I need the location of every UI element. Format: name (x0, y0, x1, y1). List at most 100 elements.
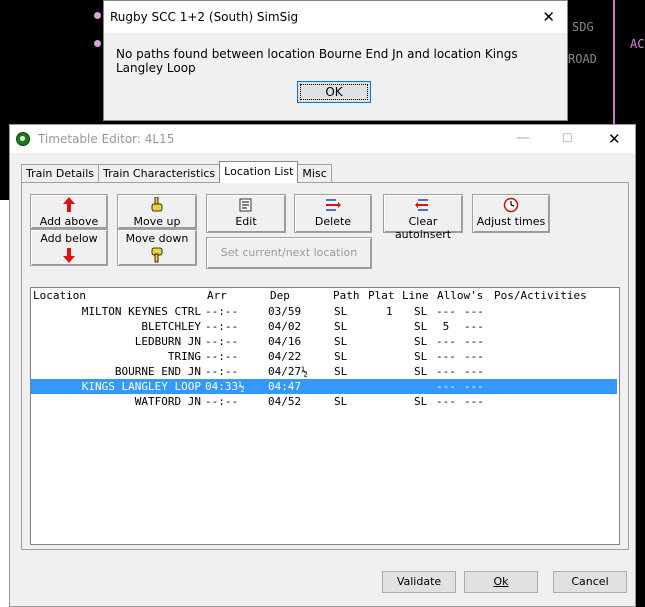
cell-allows: --- (436, 350, 456, 363)
cell-dep: 04/27½ (268, 365, 308, 378)
cancel-button[interactable]: Cancel (553, 571, 627, 593)
clear-autoinsert-label: Clear autoinsert (394, 215, 452, 241)
column-header-path[interactable]: Path (333, 289, 360, 302)
cell-location: BOURNE END JN (114, 365, 201, 378)
tab-train-characteristics[interactable]: Train Characteristics (98, 164, 221, 183)
cell-path: SL (334, 365, 348, 378)
cell-line: SL (414, 335, 428, 348)
close-icon[interactable]: ✕ (542, 8, 555, 26)
cell-location: MILTON KEYNES CTRL (81, 305, 201, 318)
edit-icon (207, 197, 285, 215)
column-header-dep[interactable]: Dep (270, 289, 290, 302)
set-current-next-location-label: Set current/next location (220, 246, 358, 259)
cell-line: SL (414, 395, 428, 408)
move-down-label: Move down (125, 232, 189, 245)
cell-pos: --- (464, 380, 484, 393)
hand-up-icon (118, 196, 196, 215)
column-header-plat[interactable]: Plat (368, 289, 395, 302)
delete-icon (295, 197, 371, 215)
cell-location: KINGS LANGLEY LOOP (81, 380, 201, 393)
cell-line: SL (414, 350, 428, 363)
cell-location: BLETCHLEY (141, 320, 201, 333)
delete-button[interactable]: Delete (294, 194, 372, 233)
location-list-grid[interactable]: Location Arr Dep Path Plat Line Allow's … (30, 287, 620, 545)
column-header-pos-activities[interactable]: Pos/Activities (494, 289, 587, 302)
cell-line: SL (414, 305, 428, 318)
add-below-button[interactable]: Add below (30, 229, 108, 266)
add-above-button[interactable]: Add above (30, 194, 108, 229)
background-label: SDG (572, 20, 594, 34)
ok-button[interactable]: Ok (464, 571, 538, 593)
table-row[interactable]: TRING --:-- 04/22 SL SL --- --- (31, 349, 617, 364)
location-list-panel: Add above Add below Move up Move down Ed… (21, 182, 629, 550)
arrow-down-icon (31, 247, 107, 265)
cell-arr: 04:33½ (205, 380, 245, 393)
cell-dep: 04/52 (268, 395, 302, 408)
cell-path: SL (334, 395, 348, 408)
message-dialog-title: Rugby SCC 1+2 (South) SimSig (110, 10, 299, 24)
cell-arr: --:-- (205, 305, 239, 318)
cell-pos: --- (464, 365, 484, 378)
maximize-icon[interactable]: ☐ (562, 131, 573, 145)
cell-allows: --- (436, 335, 456, 348)
editor-title: Timetable Editor: 4L15 (38, 132, 175, 146)
adjust-times-label: Adjust times (476, 215, 546, 228)
clear-autoinsert-icon (384, 197, 462, 215)
cell-pos: --- (464, 320, 484, 333)
cell-allows: 5 (436, 320, 450, 333)
column-header-line[interactable]: Line (402, 289, 429, 302)
message-dialog: Rugby SCC 1+2 (South) SimSig ✕ No paths … (103, 0, 568, 121)
edit-label: Edit (235, 215, 257, 228)
message-text: No paths found between location Bourne E… (116, 47, 518, 75)
column-header-allows[interactable]: Allow's (437, 289, 483, 302)
move-down-button[interactable]: Move down (117, 229, 197, 266)
table-row[interactable]: BOURNE END JN --:-- 04/27½ SL SL --- --- (31, 364, 617, 379)
column-header-location[interactable]: Location (33, 289, 86, 302)
cell-arr: --:-- (205, 395, 239, 408)
cell-pos: --- (464, 335, 484, 348)
tab-misc[interactable]: Misc (297, 164, 332, 183)
table-row[interactable]: LEDBURN JN --:-- 04/16 SL SL --- --- (31, 334, 617, 349)
ok-button[interactable]: OK (297, 81, 371, 103)
edit-button[interactable]: Edit (206, 194, 286, 233)
cell-dep: 04/16 (268, 335, 302, 348)
table-row[interactable]: BLETCHLEY --:-- 04/02 SL SL 5 --- (31, 319, 617, 334)
background-label: AC (630, 37, 645, 51)
move-up-button[interactable]: Move up (117, 194, 197, 229)
table-row[interactable]: MILTON KEYNES CTRL --:-- 03/59 SL 1 SL --- --- (31, 304, 617, 319)
cell-line: SL (414, 365, 428, 378)
cell-location: WATFORD JN (134, 395, 201, 408)
table-row[interactable]: WATFORD JN --:-- 04/52 SL SL --- --- (31, 394, 617, 409)
cell-location: TRING (167, 350, 201, 363)
tab-train-details[interactable]: Train Details (21, 164, 100, 183)
editor-titlebar: Timetable Editor: 4L15 — ☐ ✕ (10, 125, 635, 153)
cell-arr: --:-- (205, 350, 239, 363)
signal-marker (94, 12, 101, 19)
message-dialog-titlebar: Rugby SCC 1+2 (South) SimSig ✕ (104, 1, 567, 33)
cell-path: SL (334, 320, 348, 333)
cell-arr: --:-- (205, 320, 239, 333)
background-label: ROAD (568, 52, 597, 66)
grid-header: Location Arr Dep Path Plat Line Allow's … (33, 289, 619, 303)
delete-label: Delete (314, 215, 352, 228)
table-row[interactable]: KINGS LANGLEY LOOP 04:33½ 04:47 --- --- (31, 379, 617, 394)
cell-arr: --:-- (205, 365, 239, 378)
minimize-icon[interactable]: — (516, 130, 530, 146)
tab-location-list[interactable]: Location List (219, 161, 299, 183)
column-header-arr[interactable]: Arr (207, 289, 227, 302)
validate-button[interactable]: Validate (382, 571, 456, 593)
close-icon[interactable]: ✕ (608, 130, 621, 148)
cell-dep: 04/22 (268, 350, 302, 363)
adjust-times-button[interactable]: Adjust times (472, 194, 550, 233)
set-current-next-location-button[interactable]: Set current/next location (206, 237, 372, 269)
app-icon (16, 132, 30, 146)
timetable-editor-window: Timetable Editor: 4L15 — ☐ ✕ Train Detai… (9, 124, 636, 607)
cell-allows: --- (436, 365, 456, 378)
clear-autoinsert-button[interactable]: Clear autoinsert (383, 194, 463, 241)
tab-bar: Train Details Train Characteristics Loca… (21, 161, 332, 183)
cell-pos: --- (464, 350, 484, 363)
cell-allows: --- (436, 395, 456, 408)
cell-path: SL (334, 335, 348, 348)
signal-marker (94, 40, 101, 47)
cell-dep: 04:47 (268, 380, 302, 393)
